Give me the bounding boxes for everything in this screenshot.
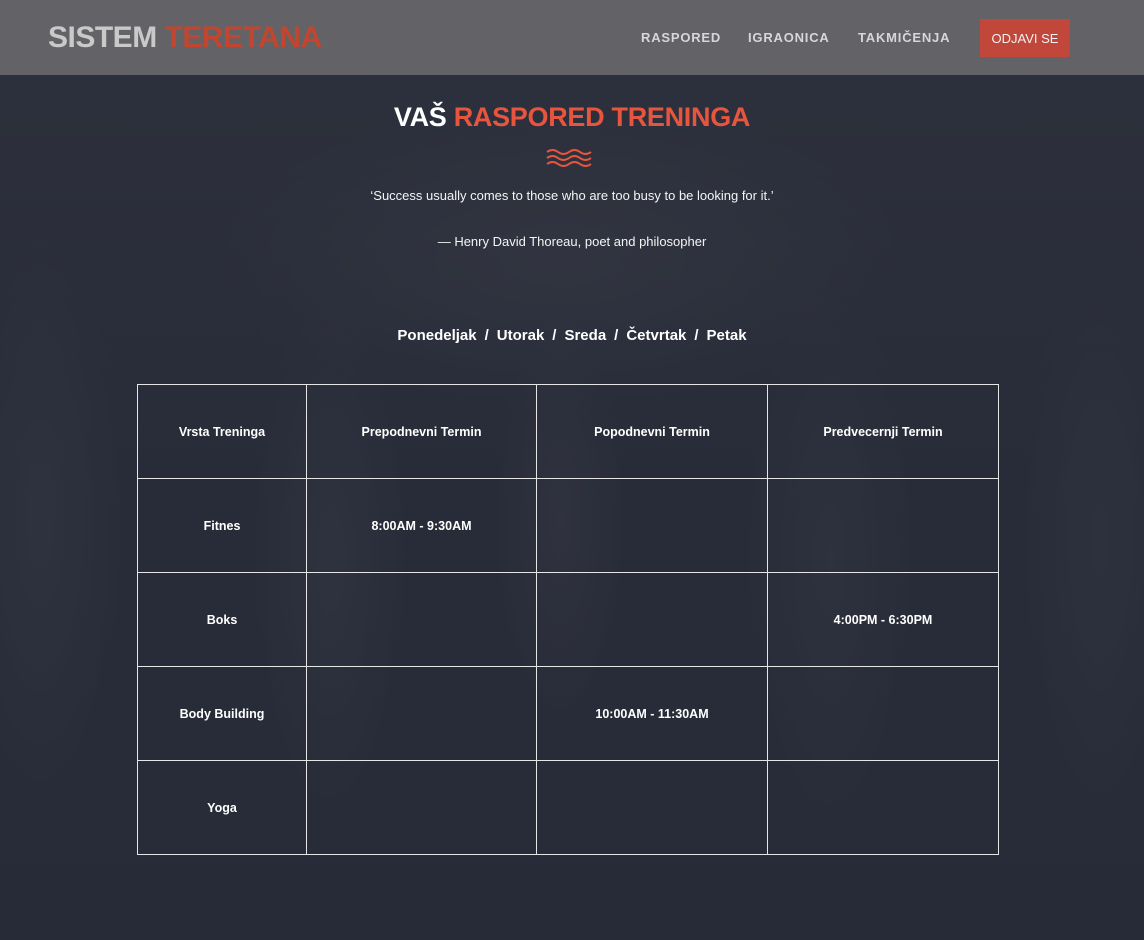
nav-link-takmicenja[interactable]: TAKMIČENJA — [858, 30, 950, 46]
header-cell-morning: Prepodnevni Termin — [306, 384, 537, 479]
day-separator: / — [614, 327, 619, 344]
day-link-petak[interactable]: Petak — [707, 327, 747, 344]
logout-button[interactable]: ODJAVI SE — [980, 19, 1070, 57]
day-links: Ponedeljak / Utorak / Sreda / Četvrtak / Petak — [0, 326, 1144, 346]
nav-link-raspored[interactable]: RASPORED — [641, 30, 721, 46]
cell-afternoon-slot — [536, 760, 768, 855]
day-link-utorak[interactable]: Utorak — [497, 327, 545, 344]
schedule-table: Vrsta Treninga Prepodnevni Termin Popodn… — [137, 384, 999, 855]
cell-evening-slot — [767, 478, 999, 573]
navbar: SISTEM TERETANA RASPORED IGRAONICA TAKMI… — [0, 0, 1144, 75]
day-separator: / — [484, 327, 489, 344]
cell-training-type: Boks — [137, 572, 307, 667]
cell-evening-slot: 4:00PM - 6:30PM — [767, 572, 999, 667]
page-title-white: VAŠ — [393, 102, 447, 132]
cell-morning-slot — [306, 760, 537, 855]
cell-morning-slot: 8:00AM - 9:30AM — [306, 478, 537, 573]
quote-author: — Henry David Thoreau, poet and philosop… — [437, 234, 707, 249]
table-row: Body Building 10:00AM - 11:30AM — [137, 666, 999, 761]
cell-training-type: Body Building — [137, 666, 307, 761]
header-cell-afternoon: Popodnevni Termin — [536, 384, 768, 479]
day-separator: / — [694, 327, 699, 344]
cell-training-type: Yoga — [137, 760, 307, 855]
nav-link-igraonica[interactable]: IGRAONICA — [748, 30, 830, 46]
wave-divider-icon — [546, 149, 592, 167]
header-cell-type: Vrsta Treninga — [137, 384, 307, 479]
day-separator: / — [552, 327, 557, 344]
cell-evening-slot — [767, 666, 999, 761]
cell-afternoon-slot: 10:00AM - 11:30AM — [536, 666, 768, 761]
table-row: Yoga — [137, 760, 999, 855]
day-link-sreda[interactable]: Sreda — [564, 327, 606, 344]
header-cell-evening: Predvecernji Termin — [767, 384, 999, 479]
day-link-ponedeljak[interactable]: Ponedeljak — [397, 327, 476, 344]
cell-morning-slot — [306, 572, 537, 667]
cell-afternoon-slot — [536, 478, 768, 573]
brand-logo[interactable]: SISTEM TERETANA — [48, 20, 322, 56]
brand-text-white: SISTEM — [48, 21, 157, 54]
cell-afternoon-slot — [536, 572, 768, 667]
cell-evening-slot — [767, 760, 999, 855]
cell-training-type: Fitnes — [137, 478, 307, 573]
day-link-cetvrtak[interactable]: Četvrtak — [626, 327, 686, 344]
quote-text: ‘Success usually comes to those who are … — [370, 188, 774, 203]
cell-morning-slot — [306, 666, 537, 761]
table-header-row: Vrsta Treninga Prepodnevni Termin Popodn… — [137, 384, 999, 479]
table-row: Fitnes 8:00AM - 9:30AM — [137, 478, 999, 573]
page-title: VAŠ RASPORED TRENINGA — [0, 100, 1144, 134]
table-row: Boks 4:00PM - 6:30PM — [137, 572, 999, 667]
page-title-red: RASPORED TRENINGA — [453, 102, 751, 132]
brand-text-red: TERETANA — [164, 21, 323, 54]
